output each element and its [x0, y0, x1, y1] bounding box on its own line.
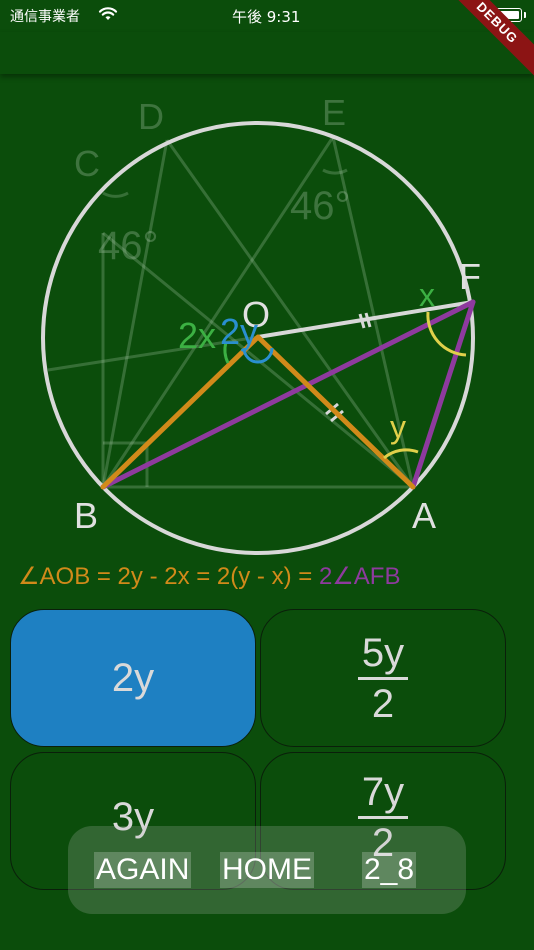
app-bar — [0, 32, 534, 74]
angle-y-label: y — [390, 409, 406, 445]
choice-5y-over-2-button[interactable]: 5y 2 — [260, 609, 506, 747]
fraction-denominator: 2 — [371, 681, 395, 726]
geometry-diagram: C D E 46° 46° O F B A x y 2x 2y — [41, 92, 481, 555]
angle-e-label: 46° — [290, 184, 351, 228]
equation-part-aob: ∠AOB = 2y - 2x = 2(y - x) = — [18, 563, 319, 590]
equation-text: ∠AOB = 2y - 2x = 2(y - x) = 2∠AFB — [18, 562, 400, 591]
choice-label: 2y — [111, 655, 155, 700]
home-button[interactable]: HOME — [220, 852, 314, 888]
point-label-d: D — [138, 96, 164, 137]
point-label-c: C — [74, 143, 100, 184]
point-label-f: F — [459, 256, 481, 297]
fraction: 5y 2 — [357, 633, 409, 726]
point-label-e: E — [322, 92, 346, 133]
choice-2y-button[interactable]: 2y — [10, 609, 256, 747]
again-button[interactable]: AGAIN — [94, 852, 192, 888]
clock: 午後 9:31 — [232, 8, 301, 26]
status-bar: 通信事業者 午後 9:31 — [0, 0, 534, 32]
fraction-numerator: 5y — [357, 633, 409, 680]
angle-c-label: 46° — [98, 224, 159, 268]
bottom-nav-bar: AGAIN HOME 2_8 — [68, 826, 466, 914]
equation-part-afb: 2∠AFB — [318, 563, 401, 590]
level-label: 2_8 — [362, 852, 417, 888]
point-label-b: B — [74, 495, 98, 536]
point-label-a: A — [412, 495, 436, 536]
carrier-label: 通信事業者 — [10, 9, 80, 25]
fraction-numerator: 7y — [357, 772, 409, 819]
wifi-icon — [98, 6, 118, 27]
angle-2x-label: 2x — [178, 315, 216, 356]
angle-x-label: x — [419, 277, 435, 313]
angle-2y-label: 2y — [220, 311, 258, 352]
